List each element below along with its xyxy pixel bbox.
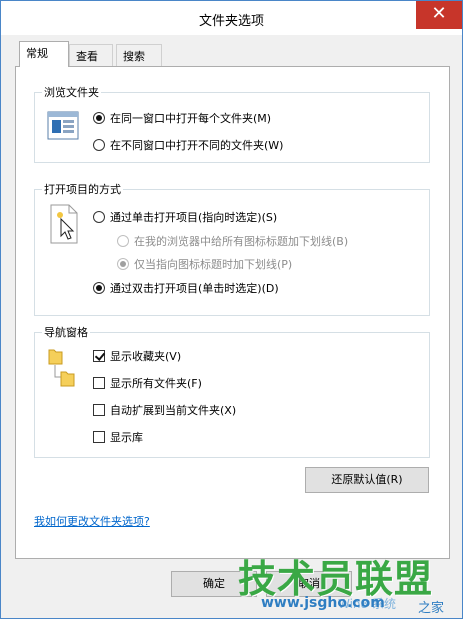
radio-underline-always-label: 在我的浏览器中给所有图标标题加下划线(B) (134, 235, 349, 248)
click-cursor-icon (50, 204, 78, 244)
browse-folders-title: 浏览文件夹 (42, 84, 101, 100)
nav-pane-group: 导航窗格 显示收藏夹(V) 显示所有文件夹(F) 自动扩展到当前文件夹(X) 显… (34, 324, 430, 458)
check-show-favorites-box[interactable] (93, 350, 105, 362)
check-show-all-folders-box[interactable] (93, 377, 105, 389)
restore-defaults-button[interactable]: 还原默认值(R) (305, 467, 429, 493)
open-items-title: 打开项目的方式 (42, 181, 123, 197)
help-link[interactable]: 我如何更改文件夹选项? (34, 513, 150, 529)
tab-search[interactable]: 搜索 (116, 44, 162, 66)
folder-tree-icon (48, 349, 75, 387)
check-show-all-folders-label: 显示所有文件夹(F) (110, 377, 202, 390)
check-show-all-folders[interactable]: 显示所有文件夹(F) (93, 375, 202, 391)
radio-new-window-label: 在不同窗口中打开不同的文件夹(W) (110, 139, 284, 152)
title-bar[interactable]: 文件夹选项 ✕ (1, 1, 462, 35)
nav-pane-title: 导航窗格 (42, 324, 90, 340)
tab-general[interactable]: 常规 (19, 41, 69, 67)
watermark-url: www.jsgho.com (261, 595, 385, 611)
folder-options-dialog: 文件夹选项 ✕ 常规 查看 搜索 浏览文件夹 在同一窗口中打开每个文件夹(M) … (0, 0, 463, 619)
tab-search-label: 搜索 (123, 50, 145, 63)
radio-double-click-label: 通过双击打开项目(单击时选定)(D) (110, 282, 279, 295)
radio-same-window-label: 在同一窗口中打开每个文件夹(M) (110, 112, 272, 125)
single-window-icon (47, 111, 79, 140)
check-show-libraries[interactable]: 显示库 (93, 429, 143, 445)
tab-view-label: 查看 (76, 50, 98, 63)
browse-folders-group: 浏览文件夹 在同一窗口中打开每个文件夹(M) 在不同窗口中打开不同的文件夹(W) (34, 84, 430, 163)
tab-general-label: 常规 (26, 47, 48, 60)
radio-underline-hover[interactable]: 仅当指向图标标题时加下划线(P) (117, 256, 292, 272)
radio-same-window-indicator[interactable] (93, 112, 105, 124)
window-title: 文件夹选项 (198, 14, 264, 29)
check-auto-expand-label: 自动扩展到当前文件夹(X) (110, 404, 237, 417)
general-tab-panel: 浏览文件夹 在同一窗口中打开每个文件夹(M) 在不同窗口中打开不同的文件夹(W)… (15, 66, 450, 559)
check-show-libraries-label: 显示库 (110, 431, 143, 444)
radio-new-window[interactable]: 在不同窗口中打开不同的文件夹(W) (93, 137, 283, 153)
close-icon: ✕ (431, 3, 447, 24)
radio-underline-hover-label: 仅当指向图标标题时加下划线(P) (134, 258, 293, 271)
watermark-suffix: 之家 (418, 601, 445, 616)
radio-new-window-indicator[interactable] (93, 139, 105, 151)
tab-view[interactable]: 查看 (69, 44, 113, 66)
close-button[interactable]: ✕ (416, 1, 462, 29)
radio-underline-always-indicator[interactable] (117, 235, 129, 247)
radio-double-click[interactable]: 通过双击打开项目(单击时选定)(D) (93, 280, 279, 296)
radio-same-window[interactable]: 在同一窗口中打开每个文件夹(M) (93, 110, 271, 126)
check-show-libraries-box[interactable] (93, 431, 105, 443)
radio-double-click-indicator[interactable] (93, 282, 105, 294)
open-items-group: 打开项目的方式 通过单击打开项目(指向时选定)(S) 在我的浏览器中给所有图标标… (34, 181, 430, 316)
radio-underline-always[interactable]: 在我的浏览器中给所有图标标题加下划线(B) (117, 233, 348, 249)
radio-underline-hover-indicator[interactable] (117, 258, 129, 270)
check-show-favorites[interactable]: 显示收藏夹(V) (93, 348, 181, 364)
radio-single-click-indicator[interactable] (93, 211, 105, 223)
check-auto-expand-box[interactable] (93, 404, 105, 416)
check-show-favorites-label: 显示收藏夹(V) (110, 350, 182, 363)
radio-single-click[interactable]: 通过单击打开项目(指向时选定)(S) (93, 209, 277, 225)
check-auto-expand[interactable]: 自动扩展到当前文件夹(X) (93, 402, 236, 418)
radio-single-click-label: 通过单击打开项目(指向时选定)(S) (110, 211, 278, 224)
